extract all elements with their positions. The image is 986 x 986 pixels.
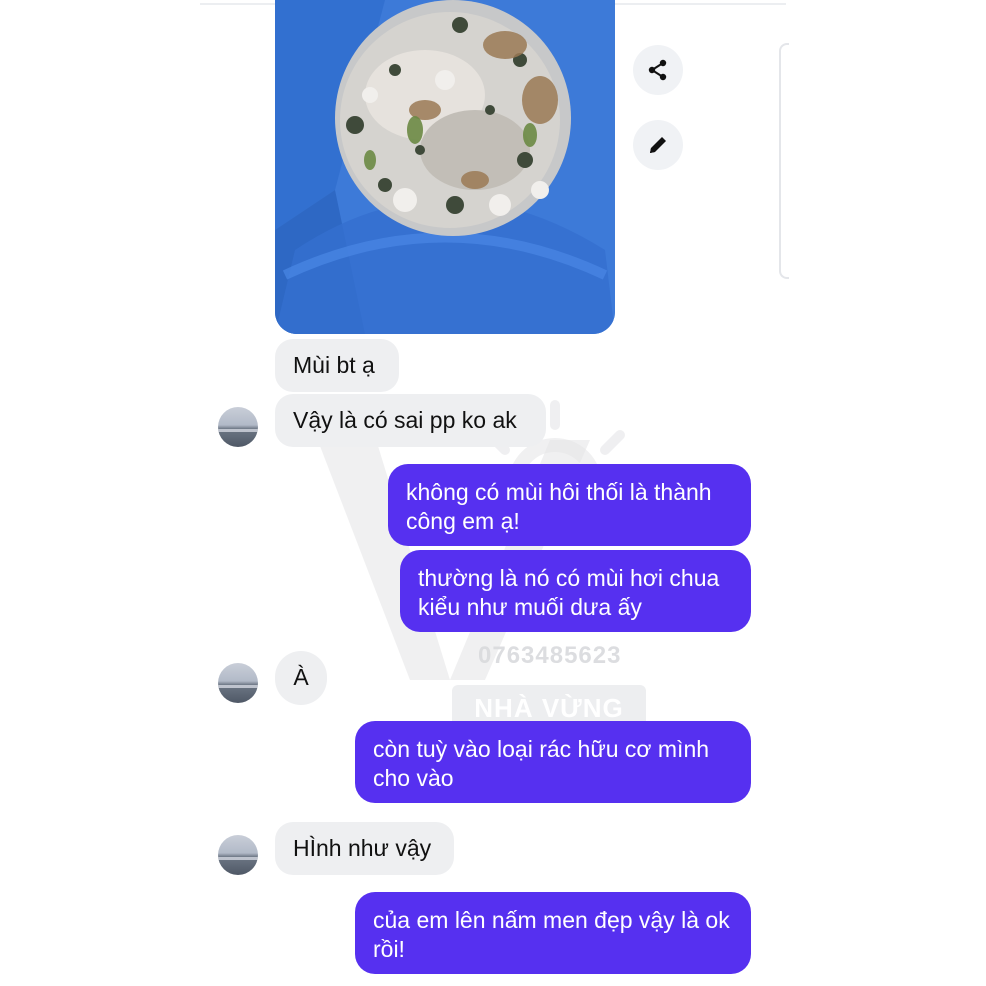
message-text: À [293,664,309,690]
watermark-phone: 0763485623 [478,642,622,669]
message-text: của em lên nấm men đẹp vậy là ok rồi! [373,907,730,962]
contact-avatar[interactable] [218,835,258,875]
message-received[interactable]: HÌnh như vậy [275,822,454,875]
message-text: HÌnh như vậy [293,835,432,861]
message-received[interactable]: Vậy là có sai pp ko ak [275,394,546,447]
message-text: còn tuỳ vào loại rác hữu cơ mình cho vào [373,736,710,791]
message-text: không có mùi hôi thối là thành công em ạ… [406,479,712,534]
contact-avatar[interactable] [218,407,258,447]
contact-avatar[interactable] [218,663,258,703]
shared-photo[interactable] [275,0,615,334]
message-sent[interactable]: không có mùi hôi thối là thành công em ạ… [388,464,751,546]
message-text: thường là nó có mùi hơi chua kiểu như mu… [418,565,720,620]
message-sent[interactable]: thường là nó có mùi hơi chua kiểu như mu… [400,550,751,632]
message-text: Mùi bt ạ [293,352,375,378]
side-panel-edge [779,43,789,279]
message-sent[interactable]: của em lên nấm men đẹp vậy là ok rồi! [355,892,751,974]
compost-photo-image [275,0,615,334]
message-received[interactable]: Mùi bt ạ [275,339,399,392]
share-button[interactable] [633,45,683,95]
message-sent[interactable]: còn tuỳ vào loại rác hữu cơ mình cho vào [355,721,751,803]
edit-pencil-icon [650,137,666,153]
share-icon [648,59,667,81]
message-text: Vậy là có sai pp ko ak [293,407,517,433]
message-received[interactable]: À [275,651,327,705]
edit-button[interactable] [633,120,683,170]
